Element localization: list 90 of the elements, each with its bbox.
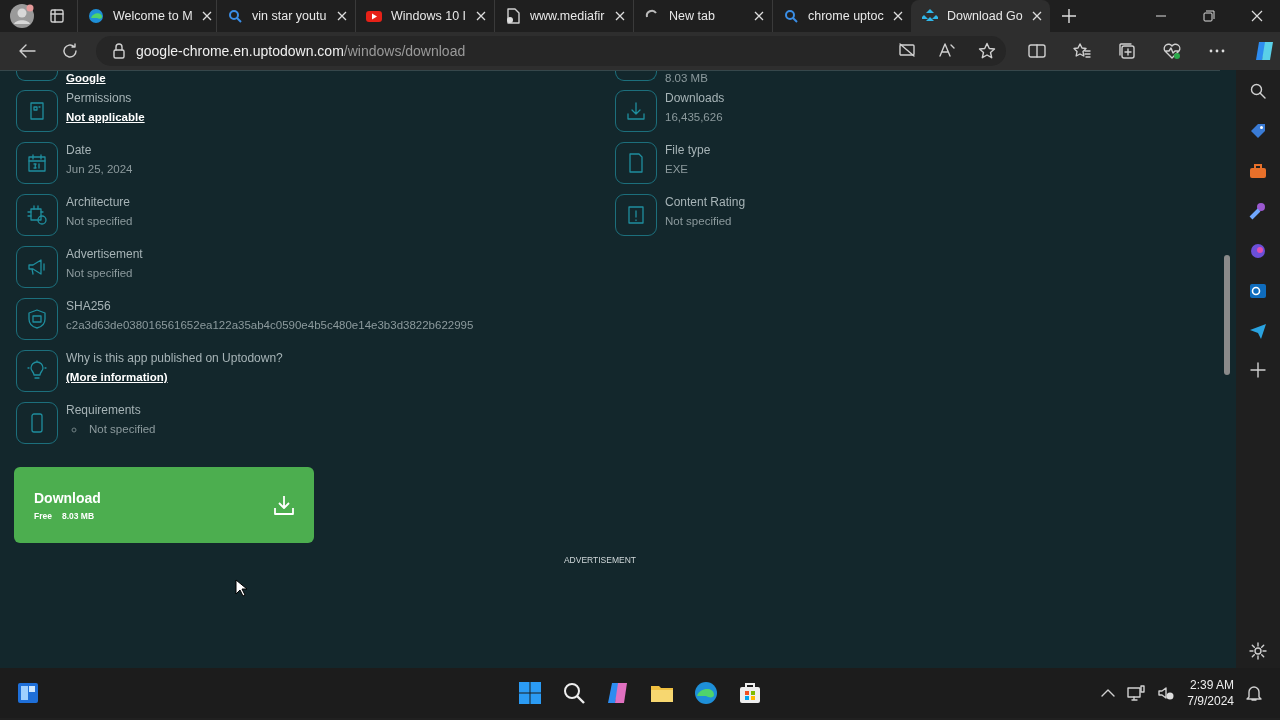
browser-tab[interactable]: Download Go [911, 0, 1050, 32]
icon-frame [16, 71, 58, 81]
detail-value: Jun 25, 2024 [66, 162, 133, 177]
detail-link[interactable]: Google [66, 71, 106, 86]
detail-label: Architecture [66, 195, 132, 210]
start-icon[interactable] [518, 681, 542, 705]
health-icon[interactable] [1163, 42, 1181, 60]
refresh-icon[interactable] [62, 43, 78, 59]
tab-title: Windows 10 I [391, 9, 467, 23]
network-icon[interactable] [1127, 685, 1146, 701]
volume-muted-icon[interactable] [1157, 685, 1176, 701]
detail-value: Not specified [66, 214, 133, 229]
bullet-icon [71, 426, 77, 433]
detail-label: Advertisement [66, 247, 143, 262]
tracking-blocked-icon[interactable] [898, 42, 916, 58]
detail-label: File type [665, 143, 711, 158]
search-icon[interactable] [562, 681, 586, 705]
clock[interactable]: 2:39 AM 7/9/2024 [1187, 678, 1234, 708]
detail-label: Why is this app published on Uptodown? [66, 351, 283, 366]
browser-logo-icon[interactable] [694, 681, 718, 705]
detail-label: Requirements [66, 403, 142, 418]
close-icon[interactable] [201, 11, 212, 21]
collections-icon[interactable] [1118, 42, 1136, 60]
tab-title: Welcome to M [113, 9, 193, 23]
split-screen-icon[interactable] [1028, 42, 1046, 60]
detail-link[interactable]: (More information) [66, 370, 283, 385]
copilot-icon[interactable] [606, 681, 630, 705]
close-icon[interactable] [476, 11, 486, 21]
address-field[interactable]: google-chrome.en.uptodown.com/windows/download [96, 36, 1006, 66]
download-icon [273, 494, 295, 516]
detail-value: 8.03 MB [665, 71, 708, 86]
url-text: google-chrome.en.uptodown.com/windows/download [136, 43, 466, 59]
detail-value: Not specified [665, 214, 733, 229]
close-icon[interactable] [1032, 11, 1042, 21]
document-icon [505, 8, 521, 24]
tab-title: vin star youtu [252, 9, 328, 23]
icon-frame [615, 71, 657, 81]
close-icon[interactable] [615, 11, 625, 21]
detail-value: Not specified [66, 266, 134, 281]
browser-logo-icon [88, 8, 104, 24]
tab-title: Download Go [947, 9, 1023, 23]
detail-label: Downloads [665, 91, 725, 106]
site-logo-icon [922, 8, 938, 24]
tab-title: New tab [669, 9, 716, 23]
detail-value: 16,435,626 [665, 110, 724, 125]
toolbox-icon[interactable] [1249, 162, 1267, 180]
profile-avatar[interactable] [9, 3, 35, 29]
download-icon [625, 100, 647, 122]
favorite-star-icon[interactable] [978, 42, 996, 60]
play-icon [366, 8, 382, 24]
restore-icon[interactable] [1203, 10, 1215, 22]
detail-value: c2a3d63de038016561652ea122a35ab4c0590e4b5c480e14e3b3d3822b622995 [66, 318, 474, 333]
scrollbar[interactable] [1220, 70, 1236, 668]
tab-actions-icon[interactable] [49, 8, 65, 24]
new-tab-icon[interactable] [1062, 9, 1076, 23]
tab-title: www.mediafir [530, 9, 606, 23]
lock-icon [112, 43, 126, 59]
detail-link[interactable]: Not applicable [66, 110, 145, 125]
detail-label: Permissions [66, 91, 133, 106]
close-icon[interactable] [893, 11, 903, 21]
shield-icon [26, 308, 48, 330]
processor-icon [26, 204, 48, 226]
notification-bell-icon[interactable] [1246, 684, 1262, 702]
warning-icon [625, 204, 647, 226]
widgets-icon[interactable] [16, 681, 40, 705]
shopping-tag-icon[interactable] [1249, 122, 1267, 140]
search-icon [783, 8, 799, 24]
chevron-up-icon[interactable] [1101, 688, 1116, 698]
close-icon[interactable] [754, 11, 764, 21]
calendar-icon [26, 152, 48, 174]
search-icon [227, 8, 243, 24]
close-icon[interactable] [337, 11, 347, 21]
detail-value: Not specified [89, 422, 156, 437]
favorites-icon[interactable] [1073, 42, 1091, 60]
lightbulb-icon [26, 360, 48, 382]
detail-label: Date [66, 143, 93, 158]
detail-value: EXE [665, 162, 689, 177]
add-icon[interactable] [1250, 362, 1266, 378]
tab-title: chrome uptoc [808, 9, 884, 23]
search-icon[interactable] [1249, 82, 1267, 100]
read-aloud-icon[interactable] [938, 42, 956, 58]
store-icon[interactable] [738, 681, 762, 705]
send-icon[interactable] [1249, 322, 1267, 340]
back-icon[interactable] [18, 43, 36, 59]
close-icon[interactable] [1251, 10, 1263, 22]
mail-icon[interactable] [1249, 282, 1267, 300]
detail-label: SHA256 [66, 299, 112, 314]
ad-label: ADVERTISEMENT [562, 555, 638, 565]
mouse-cursor-icon [235, 579, 247, 597]
detail-label: Content Rating [665, 195, 746, 210]
